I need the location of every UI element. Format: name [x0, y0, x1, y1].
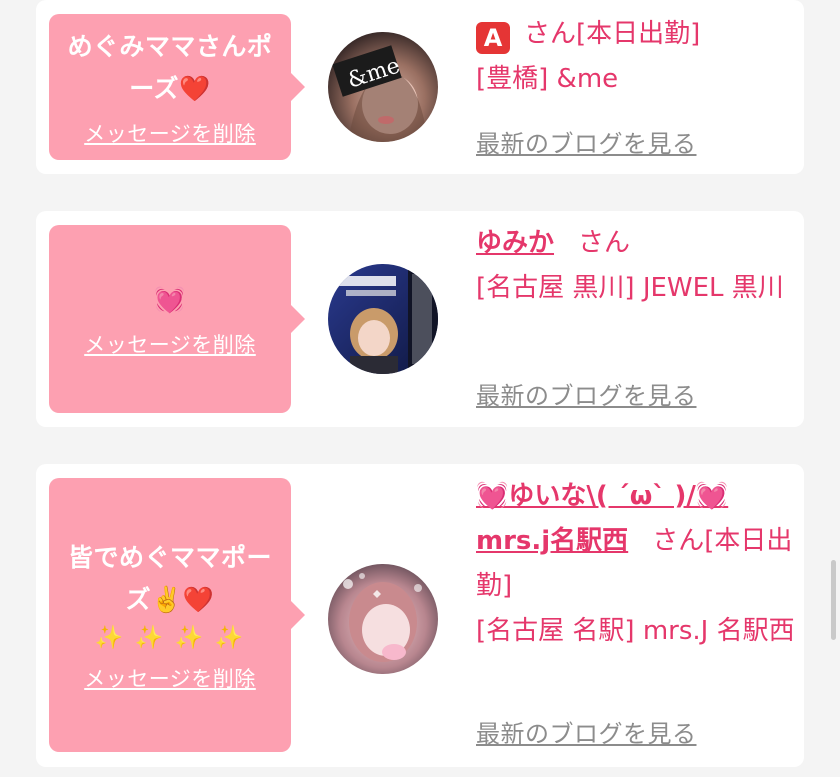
heart-emoji: ❤️: [179, 74, 211, 103]
status-text: さん: [578, 228, 631, 258]
heart-emoji: ❤️: [182, 585, 215, 614]
beating-heart-emoji: 💓: [154, 285, 186, 314]
girl-name-link[interactable]: ゆみか: [476, 228, 554, 258]
message-text: 皆でめぐママポー ズ✌️❤️: [67, 543, 272, 614]
shop-label: [名古屋 名駅] mrs.J 名駅西: [476, 616, 795, 646]
message-card-3: 皆でめぐママポー ズ✌️❤️ ✨ ✨ ✨ ✨ メッセージを削除 💓ゆいな\(´…: [36, 464, 804, 767]
message-card-1: めぐみママさんポ ーズ❤️ メッセージを削除 &me A さん[本日出勤] [豊橋…: [36, 0, 804, 174]
scrollbar[interactable]: [831, 560, 836, 640]
sparkles-emoji: ✨ ✨ ✨ ✨: [94, 625, 246, 651]
latest-blog-link[interactable]: 最新のブログを見る: [476, 376, 697, 411]
avatar[interactable]: &me: [328, 32, 438, 142]
avatar[interactable]: [328, 264, 438, 374]
delete-message-link[interactable]: メッセージを削除: [84, 118, 256, 148]
delete-message-link[interactable]: メッセージを削除: [84, 329, 256, 359]
avatar[interactable]: [328, 564, 438, 674]
shop-label: [名古屋 黒川] JEWEL 黒川: [476, 273, 784, 303]
status-text: さん[本日出勤]: [524, 19, 701, 49]
latest-blog-link[interactable]: 最新のブログを見る: [476, 714, 697, 749]
message-bubble: 皆でめぐママポー ズ✌️❤️ ✨ ✨ ✨ ✨ メッセージを削除: [49, 478, 305, 752]
latest-blog-link[interactable]: 最新のブログを見る: [476, 124, 697, 159]
message-bubble: めぐみママさんポ ーズ❤️ メッセージを削除: [49, 14, 305, 160]
message-bubble: 💓 メッセージを削除: [49, 225, 305, 413]
badge-a-icon: A: [476, 22, 510, 54]
message-card-2: 💓 メッセージを削除 ゆみか さん [名古屋 黒川] JEWEL 黒川 最新のブロ…: [36, 211, 804, 427]
delete-message-link[interactable]: メッセージを削除: [84, 663, 256, 693]
girl-info: ゆみか さん [名古屋 黒川] JEWEL 黒川: [476, 221, 794, 311]
message-text: 💓: [154, 279, 186, 321]
message-text: めぐみママさんポ ーズ❤️: [67, 32, 273, 103]
girl-info: 💓ゆいな\( ´ω` )/💓mrs.j名駅西 さん[本日出勤] [名古屋 名駅] …: [476, 474, 796, 654]
shop-label: [豊橋] &me: [476, 64, 619, 94]
girl-info: A さん[本日出勤] [豊橋] &me: [476, 12, 794, 102]
